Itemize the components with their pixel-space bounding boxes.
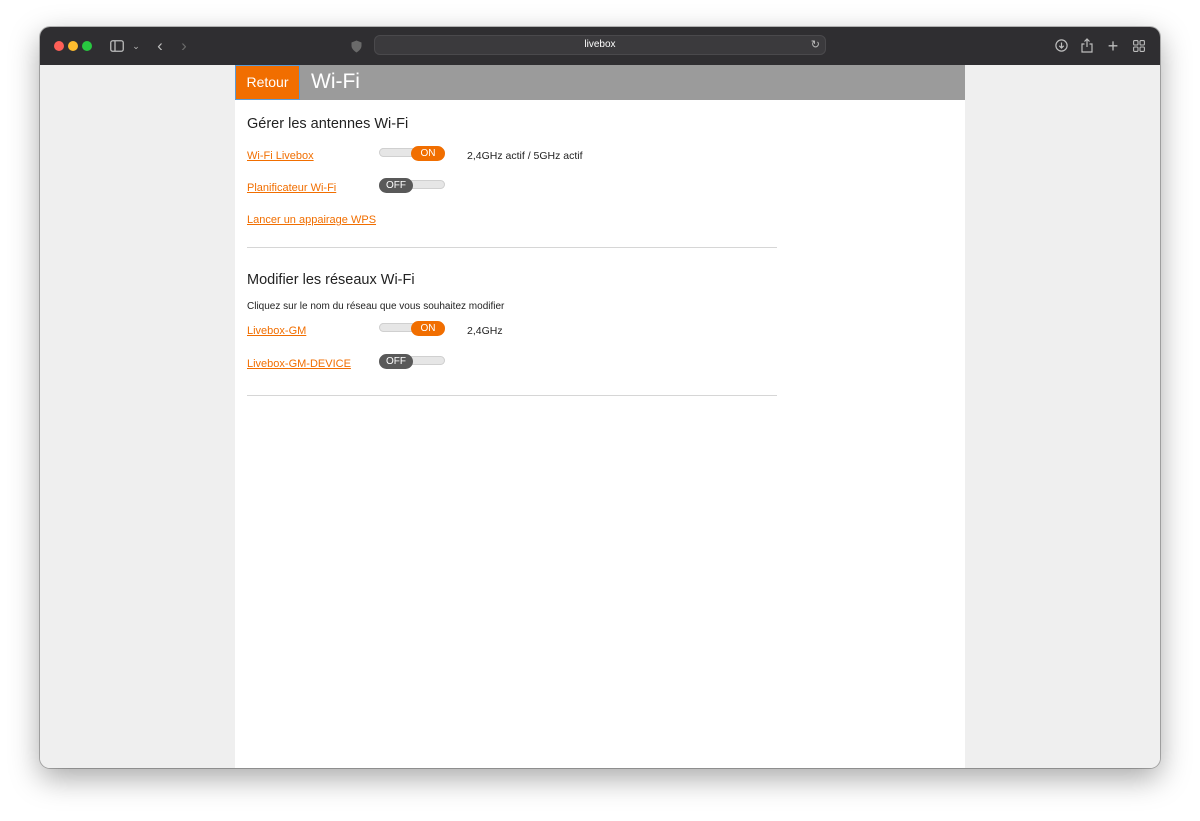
sidebar-icon[interactable] [108, 36, 126, 56]
chevron-right-icon[interactable]: › [176, 36, 192, 56]
antennas-section-title: Gérer les antennes Wi-Fi [247, 116, 409, 132]
minimize-window-button[interactable] [68, 41, 78, 51]
url-text: livebox [584, 39, 616, 50]
chevron-down-icon[interactable]: ⌄ [130, 36, 142, 56]
network-livebox-gm-link[interactable]: Livebox-GM [247, 325, 306, 337]
browser-window: ⌄ ‹ › livebox ↻ + Retour Wi-Fi Gérer les… [40, 27, 1160, 768]
wifi-scheduler-toggle[interactable]: OFF [379, 178, 445, 193]
section-divider [247, 395, 777, 396]
page-content: Retour Wi-Fi Gérer les antennes Wi-Fi Wi… [235, 65, 965, 768]
wifi-livebox-status: 2,4GHz actif / 5GHz actif [467, 150, 583, 162]
wifi-livebox-toggle[interactable]: ON [379, 146, 445, 161]
wifi-livebox-link[interactable]: Wi-Fi Livebox [247, 150, 314, 162]
shield-icon[interactable] [348, 36, 364, 56]
wifi-scheduler-link[interactable]: Planificateur Wi-Fi [247, 182, 336, 194]
network-livebox-gm-device-link[interactable]: Livebox-GM-DEVICE [247, 358, 351, 370]
grid-icon[interactable] [1130, 36, 1148, 56]
wps-pairing-link[interactable]: Lancer un appairage WPS [247, 214, 376, 226]
toggle-knob: OFF [379, 178, 413, 193]
section-divider [247, 247, 777, 248]
page-header: Retour Wi-Fi [235, 65, 965, 100]
chevron-left-icon[interactable]: ‹ [152, 36, 168, 56]
toggle-knob: ON [411, 321, 445, 336]
plus-icon[interactable]: + [1104, 36, 1122, 56]
page-title: Wi-Fi [311, 70, 360, 93]
back-button[interactable]: Retour [235, 65, 300, 100]
share-icon[interactable] [1078, 36, 1096, 56]
address-bar[interactable]: livebox ↻ [374, 35, 826, 55]
toggle-knob: ON [411, 146, 445, 161]
network-livebox-gm-device-toggle[interactable]: OFF [379, 354, 445, 369]
networks-description: Cliquez sur le nom du réseau que vous so… [247, 301, 505, 312]
network-livebox-gm-toggle[interactable]: ON [379, 321, 445, 336]
page-viewport: Retour Wi-Fi Gérer les antennes Wi-Fi Wi… [40, 65, 1160, 768]
network-livebox-gm-status: 2,4GHz [467, 325, 503, 337]
networks-section-title: Modifier les réseaux Wi-Fi [247, 272, 415, 288]
reload-icon[interactable]: ↻ [811, 35, 820, 55]
toggle-knob: OFF [379, 354, 413, 369]
close-window-button[interactable] [54, 41, 64, 51]
download-icon[interactable] [1052, 36, 1070, 56]
zoom-window-button[interactable] [82, 41, 92, 51]
browser-toolbar: ⌄ ‹ › livebox ↻ + [40, 27, 1160, 65]
